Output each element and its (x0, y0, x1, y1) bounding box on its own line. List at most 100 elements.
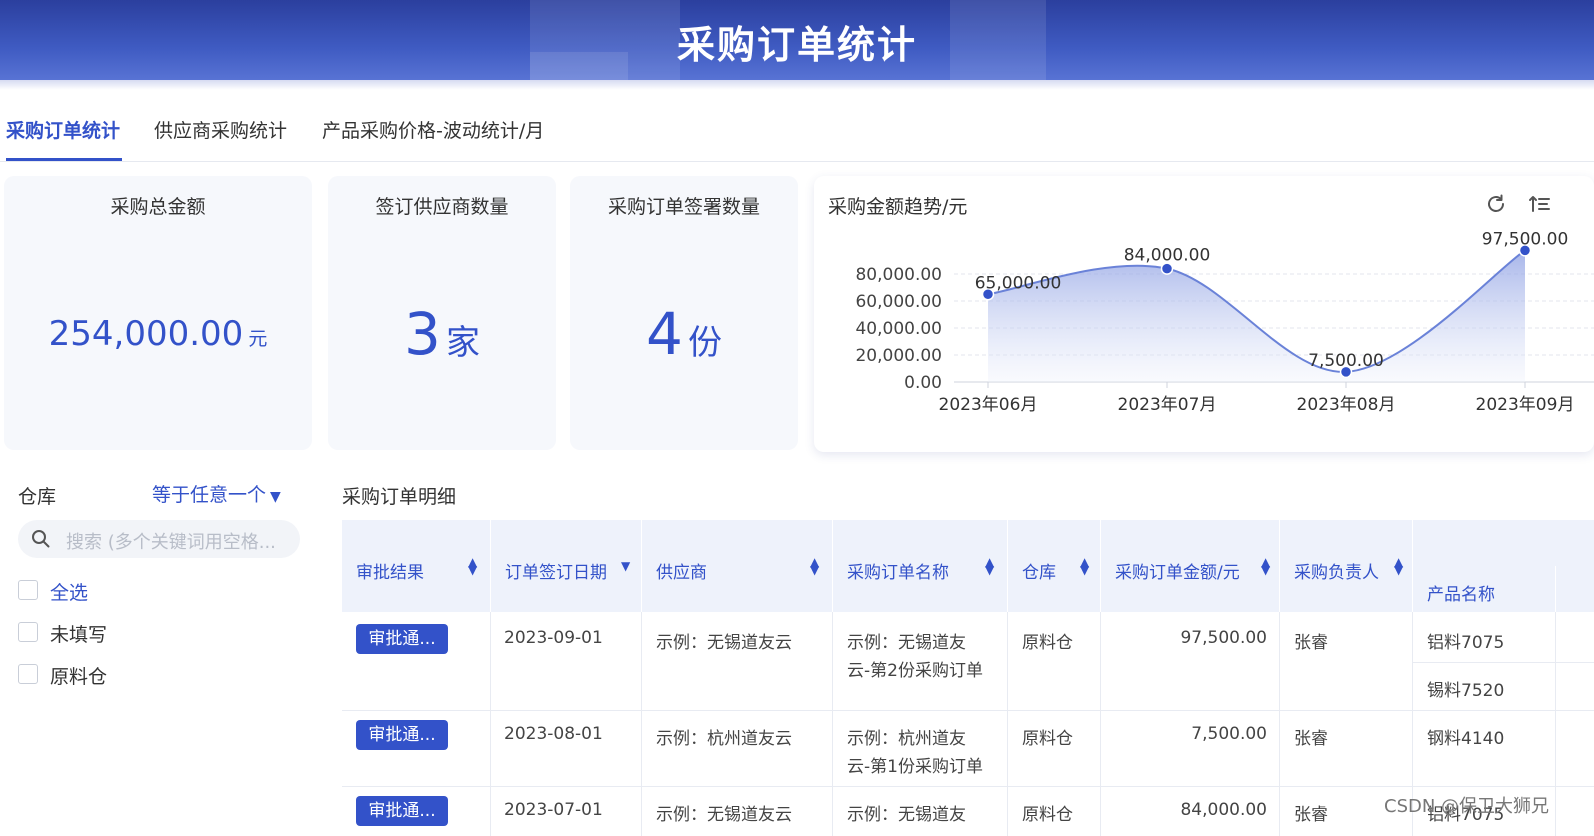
sort-both-icon[interactable]: ▲ ▼ (1080, 556, 1089, 576)
option-label[interactable]: 原料仓 (50, 662, 107, 689)
kpi-value: 4 份 (570, 300, 798, 368)
header-label: 采购订单金额/元 (1115, 563, 1240, 583)
column-header-supplier[interactable]: 供应商 ▲ ▼ (642, 520, 832, 612)
data-label: 7,500.00 (1308, 351, 1384, 371)
column-divider (1555, 612, 1556, 836)
cell-date: 2023-07-01 (504, 800, 603, 820)
cell-date: 2023-09-01 (504, 628, 603, 648)
header-label: 采购订单名称 (847, 563, 949, 583)
y-tick-label: 0.00 (904, 373, 942, 393)
column-header-approval[interactable]: 审批结果 ▲ ▼ (342, 520, 490, 612)
banner-shadow (0, 80, 1594, 90)
cell-order-name: 云-第1份采购订单 (847, 757, 983, 777)
option-label[interactable]: 未填写 (50, 620, 107, 647)
sort-both-icon[interactable]: ▲ ▼ (985, 556, 994, 576)
x-tick-label: 2023年08月 (1297, 395, 1396, 415)
column-divider (1007, 612, 1008, 836)
cell-owner: 张睿 (1294, 633, 1328, 653)
status-badge[interactable]: 审批通... (356, 796, 448, 826)
cell-warehouse: 原料仓 (1022, 633, 1073, 653)
series-area (988, 250, 1525, 382)
status-badge[interactable]: 审批通... (356, 720, 448, 750)
kpi-card-suppliers: 签订供应商数量 3 家 (328, 176, 556, 450)
filter-label: 仓库 (18, 486, 57, 508)
sort-both-icon[interactable]: ▲ ▼ (1261, 556, 1270, 576)
column-header-date[interactable]: 订单签订日期 ▼ (491, 520, 641, 612)
column-divider (641, 612, 642, 836)
data-label: 84,000.00 (1124, 246, 1211, 266)
cell-amount: 84,000.00 (1180, 800, 1267, 820)
column-header-product[interactable]: 产品名称 (1413, 566, 1555, 612)
kpi-unit: 家 (446, 323, 480, 363)
column-group-header (1413, 520, 1594, 566)
header-label: 采购负责人 (1294, 563, 1379, 583)
column-header-extra (1556, 566, 1594, 612)
kpi-title: 签订供应商数量 (375, 196, 509, 218)
y-tick-label: 20,000.00 (855, 346, 942, 366)
header-label: 产品名称 (1427, 585, 1495, 605)
cell-product: 钢料4140 (1427, 729, 1505, 749)
kpi-number: 4 (646, 300, 683, 368)
column-header-warehouse[interactable]: 仓库 ▲ ▼ (1008, 520, 1100, 612)
option-label[interactable]: 全选 (50, 578, 88, 605)
header-label: 仓库 (1022, 563, 1056, 583)
watermark: CSDN @保卫大狮兄 (1384, 796, 1550, 817)
tab-product-price[interactable]: 产品采购价格-波动统计/月 (322, 116, 544, 143)
cell-order-name: 示例：无锡道友 (847, 633, 966, 653)
filter-mode-dropdown[interactable]: 等于任意一个 ▼ (152, 480, 281, 507)
cell-owner: 张睿 (1294, 805, 1328, 825)
kpi-value: 3 家 (328, 300, 556, 368)
header-label: 订单签订日期 (505, 563, 607, 583)
checkbox-select-all[interactable] (18, 580, 38, 600)
sort-desc-icon[interactable]: ▼ (621, 560, 630, 572)
status-badge[interactable]: 审批通... (356, 624, 448, 654)
kpi-unit: 份 (688, 323, 722, 363)
data-label: 65,000.00 (975, 273, 1062, 293)
kpi-title: 采购总金额 (110, 196, 206, 218)
checkbox-unfilled[interactable] (18, 622, 38, 642)
cell-order-name: 云-第2份采购订单 (847, 661, 983, 681)
checkbox-raw-material[interactable] (18, 664, 38, 684)
column-divider (832, 612, 833, 836)
kpi-number: 254,000.00 (48, 314, 244, 354)
kpi-value: 254,000.00 元 (4, 314, 312, 354)
cell-product: 锡料7520 (1427, 681, 1505, 701)
kpi-number: 3 (404, 300, 441, 368)
app-root: 采购订单统计 采购订单统计 供应商采购统计 产品采购价格-波动统计/月 采购总金… (0, 0, 1594, 836)
column-header-amount[interactable]: 采购订单金额/元 ▲ ▼ (1101, 520, 1279, 612)
page-banner: 采购订单统计 (0, 0, 1594, 80)
cell-product: 铝料7075 (1427, 633, 1505, 653)
cell-owner: 张睿 (1294, 729, 1328, 749)
tab-supplier-purchase[interactable]: 供应商采购统计 (154, 116, 287, 143)
column-header-owner[interactable]: 采购负责人 ▲ ▼ (1280, 520, 1412, 612)
row-divider (342, 786, 1594, 787)
header-label: 供应商 (656, 563, 707, 583)
cell-warehouse: 原料仓 (1022, 805, 1073, 825)
search-placeholder: 搜索 (多个关键词用空格... (66, 532, 276, 553)
cell-supplier: 示例：无锡道友云 (656, 633, 792, 653)
sort-both-icon[interactable]: ▲ ▼ (1394, 556, 1403, 576)
sort-both-icon[interactable]: ▲ ▼ (468, 556, 477, 576)
x-tick-label: 2023年07月 (1118, 395, 1217, 415)
cell-supplier: 示例：无锡道友云 (656, 805, 792, 825)
sort-both-icon[interactable]: ▲ ▼ (810, 556, 819, 576)
kpi-card-orders: 采购订单签署数量 4 份 (570, 176, 798, 450)
y-tick-label: 40,000.00 (855, 319, 942, 339)
cell-order-name: 示例：无锡道友 (847, 805, 966, 825)
tab-purchase-orders[interactable]: 采购订单统计 (6, 116, 120, 143)
cell-order-name: 示例：杭州道友 (847, 729, 966, 749)
cell-amount: 7,500.00 (1191, 724, 1267, 744)
cell-warehouse: 原料仓 (1022, 729, 1073, 749)
page-title: 采购订单统计 (676, 23, 917, 67)
cell-amount: 97,500.00 (1180, 628, 1267, 648)
trend-chart: 0.00 20,000.00 40,000.00 60,000.00 80,000.00… (855, 229, 1594, 415)
cell-date: 2023-08-01 (504, 724, 603, 744)
filter-mode-label: 等于任意一个 (152, 484, 267, 506)
kpi-title: 采购订单签署数量 (607, 196, 760, 218)
column-divider (490, 612, 491, 836)
column-header-order-name[interactable]: 采购订单名称 ▲ ▼ (833, 520, 1007, 612)
data-label: 97,500.00 (1482, 229, 1569, 249)
y-tick-label: 60,000.00 (855, 292, 942, 312)
filter-search-input[interactable]: 搜索 (多个关键词用空格... (18, 520, 300, 558)
row-divider (342, 710, 1594, 711)
